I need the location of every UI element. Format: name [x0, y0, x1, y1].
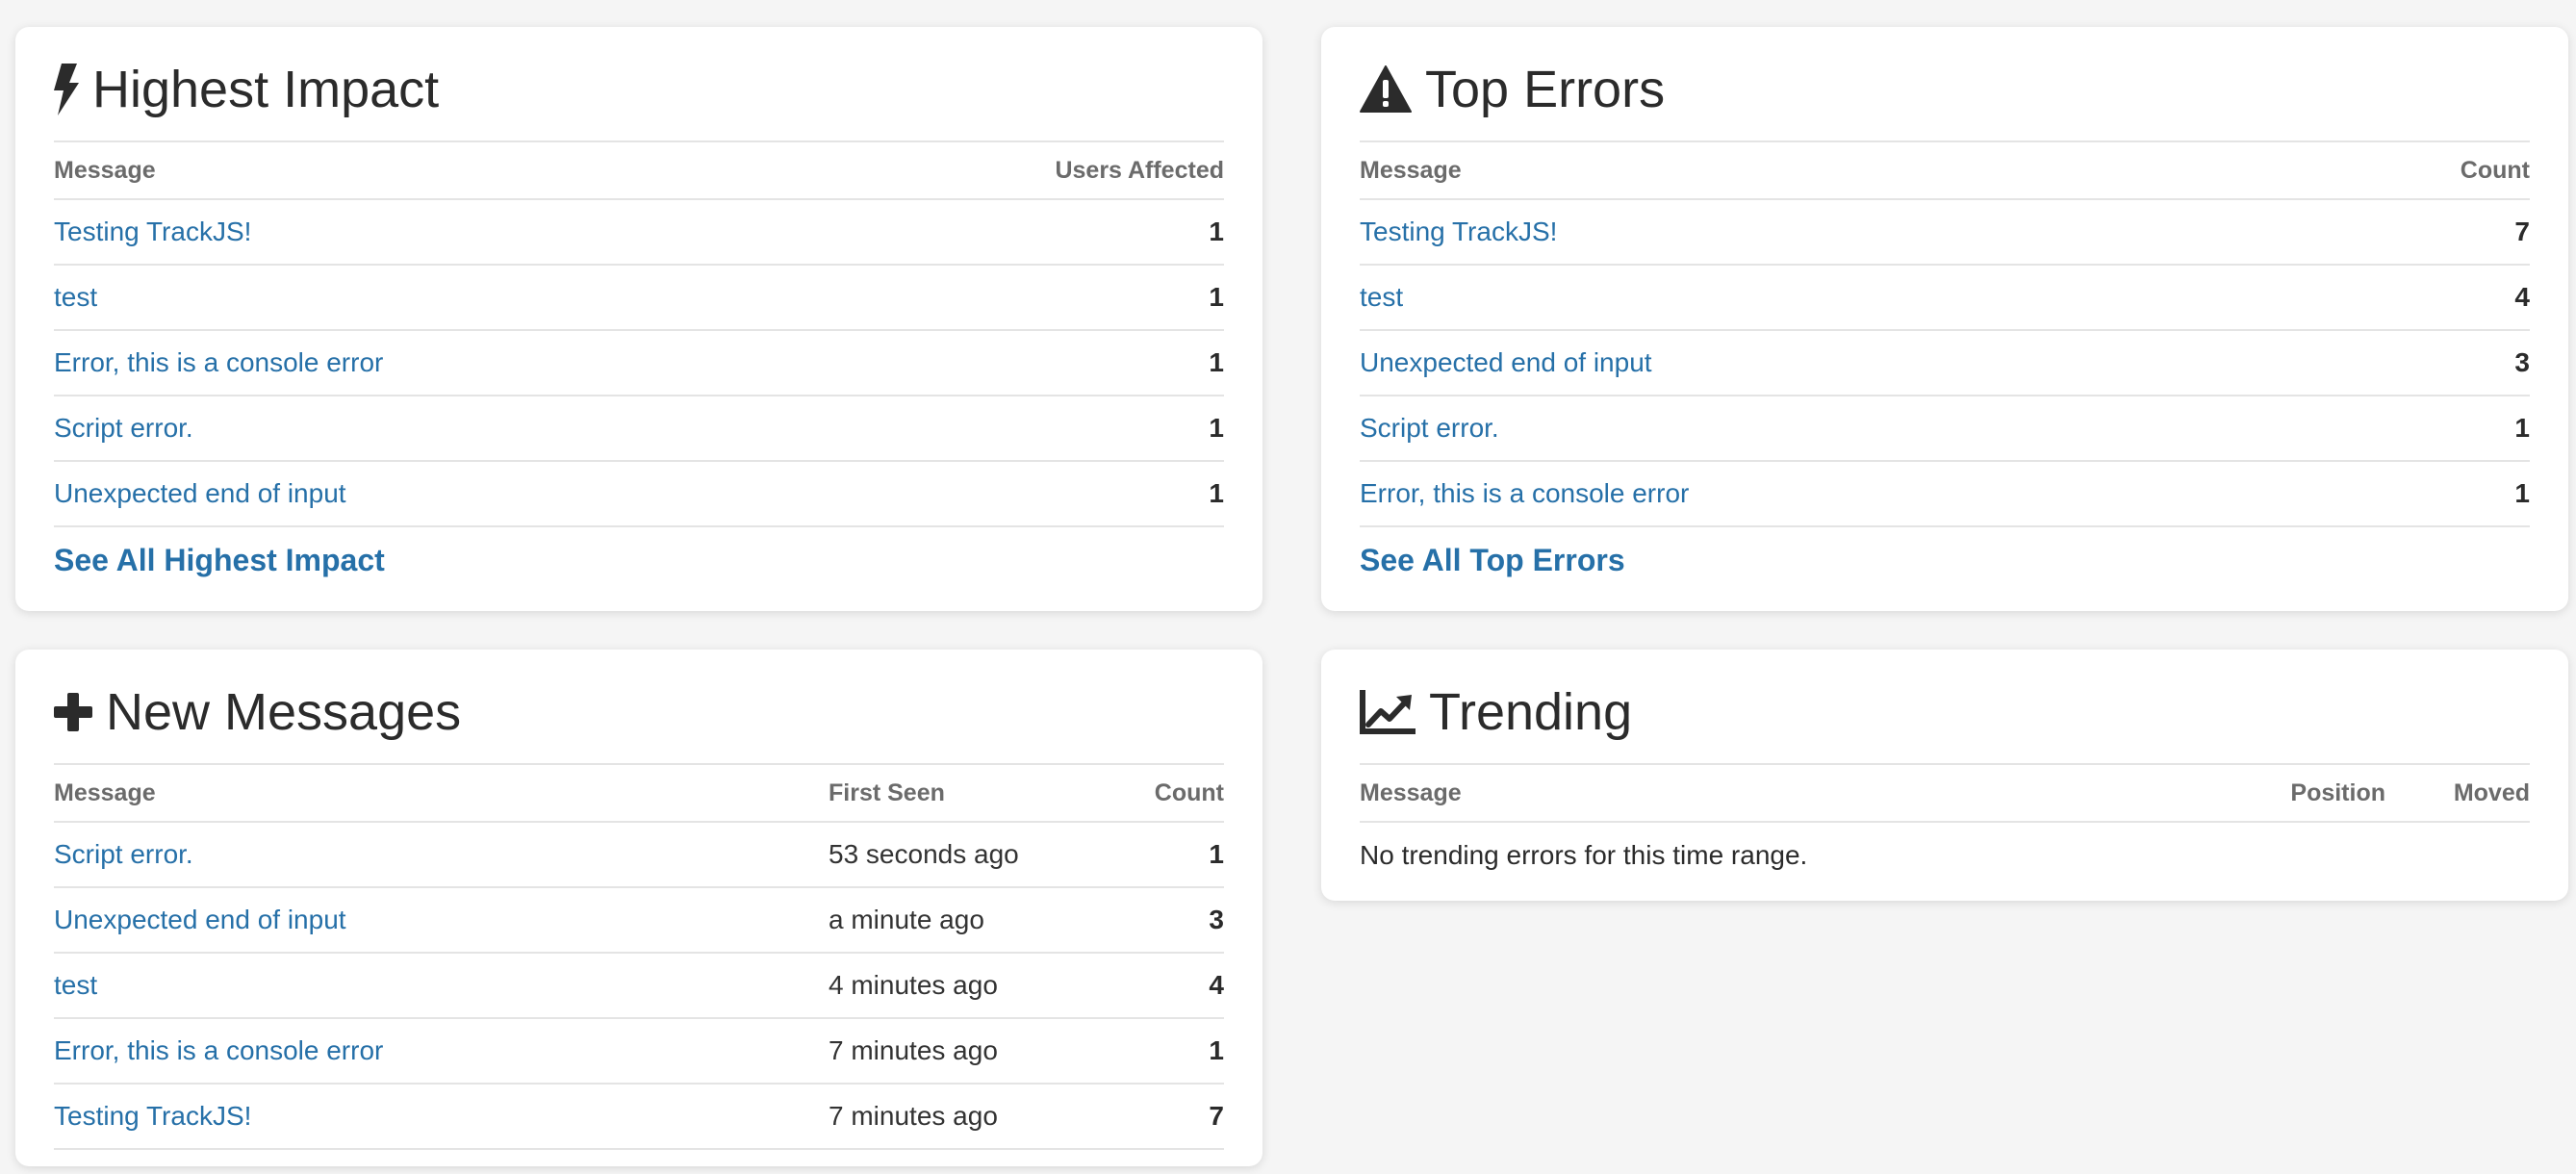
message-link[interactable]: Script error. [54, 413, 193, 443]
users-affected-value: 1 [827, 199, 1224, 266]
see-all-top-errors-link[interactable]: See All Top Errors [1360, 543, 1625, 578]
count-value: 1 [2326, 396, 2530, 462]
column-header-first-seen: First Seen [829, 763, 1117, 823]
column-header-message: Message [54, 763, 829, 823]
count-value: 7 [2326, 199, 2530, 266]
highest-impact-table: Message Users Affected Testing TrackJS! … [54, 140, 1224, 527]
count-value: 4 [2326, 265, 2530, 331]
line-chart-icon [1360, 690, 1416, 734]
table-row: Testing TrackJS! 7 minutes ago 7 [54, 1084, 1224, 1150]
column-header-message: Message [1360, 763, 2232, 823]
table-row: test 1 [54, 265, 1224, 331]
table-header-row: Message First Seen Count [54, 763, 1224, 823]
first-seen-value: a minute ago [829, 887, 1117, 954]
count-value: 4 [1117, 953, 1224, 1019]
first-seen-value: 7 minutes ago [829, 1084, 1117, 1150]
users-affected-value: 1 [827, 330, 1224, 396]
highest-impact-card: Highest Impact Message Users Affected Te… [15, 27, 1262, 611]
warning-triangle-icon [1360, 65, 1412, 114]
message-link[interactable]: Script error. [54, 839, 193, 869]
plus-icon [54, 693, 92, 731]
message-link[interactable]: Error, this is a console error [54, 1035, 383, 1065]
new-messages-title: New Messages [106, 683, 462, 741]
table-row: Script error. 1 [1360, 396, 2530, 462]
count-value: 3 [2326, 330, 2530, 396]
first-seen-value: 7 minutes ago [829, 1018, 1117, 1085]
new-messages-table: Message First Seen Count Script error. 5… [54, 763, 1224, 1150]
column-header-users-affected: Users Affected [827, 140, 1224, 200]
column-header-count: Count [1117, 763, 1224, 823]
message-link[interactable]: Unexpected end of input [54, 478, 346, 508]
count-value: 7 [1117, 1084, 1224, 1150]
column-header-message: Message [1360, 140, 2327, 200]
table-header-row: Message Users Affected [54, 140, 1224, 200]
table-row: Unexpected end of input 3 [1360, 330, 2530, 396]
first-seen-value: 4 minutes ago [829, 953, 1117, 1019]
count-value: 3 [1117, 887, 1224, 954]
bolt-icon [54, 64, 79, 115]
users-affected-value: 1 [827, 265, 1224, 331]
new-messages-heading: New Messages [54, 682, 1224, 742]
top-errors-card: Top Errors Message Count Testing TrackJS… [1321, 27, 2568, 611]
trending-heading: Trending [1360, 682, 2530, 742]
message-link[interactable]: Error, this is a console error [1360, 478, 1689, 508]
table-row: Error, this is a console error 1 [1360, 461, 2530, 527]
message-link[interactable]: test [1360, 282, 1403, 312]
table-row: Testing TrackJS! 1 [54, 199, 1224, 266]
column-header-count: Count [2326, 140, 2530, 200]
first-seen-value: 53 seconds ago [829, 822, 1117, 888]
trending-table: Message Position Moved [1360, 763, 2530, 823]
message-link[interactable]: Unexpected end of input [54, 905, 346, 934]
top-errors-heading: Top Errors [1360, 60, 2530, 119]
top-errors-table: Message Count Testing TrackJS! 7 test 4 … [1360, 140, 2530, 527]
highest-impact-title: Highest Impact [92, 61, 440, 118]
count-value: 1 [2326, 461, 2530, 527]
count-value: 1 [1117, 822, 1224, 888]
trending-empty-message: No trending errors for this time range. [1360, 840, 1808, 870]
users-affected-value: 1 [827, 461, 1224, 527]
see-all-highest-impact-link[interactable]: See All Highest Impact [54, 543, 385, 578]
message-link[interactable]: Testing TrackJS! [1360, 217, 1557, 246]
column-header-message: Message [54, 140, 828, 200]
message-link[interactable]: test [54, 282, 97, 312]
count-value: 1 [1117, 1018, 1224, 1085]
table-row: Testing TrackJS! 7 [1360, 199, 2530, 266]
table-row: test 4 minutes ago 4 [54, 953, 1224, 1019]
table-header-row: Message Count [1360, 140, 2530, 200]
trending-card: Trending Message Position Moved No trend… [1321, 650, 2568, 901]
message-link[interactable]: Error, this is a console error [54, 347, 383, 377]
table-header-row: Message Position Moved [1360, 763, 2530, 823]
message-link[interactable]: Testing TrackJS! [54, 217, 251, 246]
trending-title: Trending [1429, 683, 1633, 741]
table-row: Error, this is a console error 1 [54, 330, 1224, 396]
top-errors-title: Top Errors [1425, 61, 1666, 118]
column-header-position: Position [2232, 763, 2385, 823]
message-link[interactable]: Testing TrackJS! [54, 1101, 251, 1131]
column-header-moved: Moved [2385, 763, 2530, 823]
table-row: Script error. 53 seconds ago 1 [54, 822, 1224, 888]
table-row: Script error. 1 [54, 396, 1224, 462]
dashboard-grid: Highest Impact Message Users Affected Te… [0, 0, 2576, 1174]
message-link[interactable]: test [54, 970, 97, 1000]
users-affected-value: 1 [827, 396, 1224, 462]
table-row: Unexpected end of input 1 [54, 461, 1224, 527]
message-link[interactable]: Unexpected end of input [1360, 347, 1652, 377]
highest-impact-heading: Highest Impact [54, 60, 1224, 119]
table-row: test 4 [1360, 265, 2530, 331]
table-row: Error, this is a console error 7 minutes… [54, 1018, 1224, 1085]
new-messages-card: New Messages Message First Seen Count Sc… [15, 650, 1262, 1166]
table-row: Unexpected end of input a minute ago 3 [54, 887, 1224, 954]
message-link[interactable]: Script error. [1360, 413, 1499, 443]
